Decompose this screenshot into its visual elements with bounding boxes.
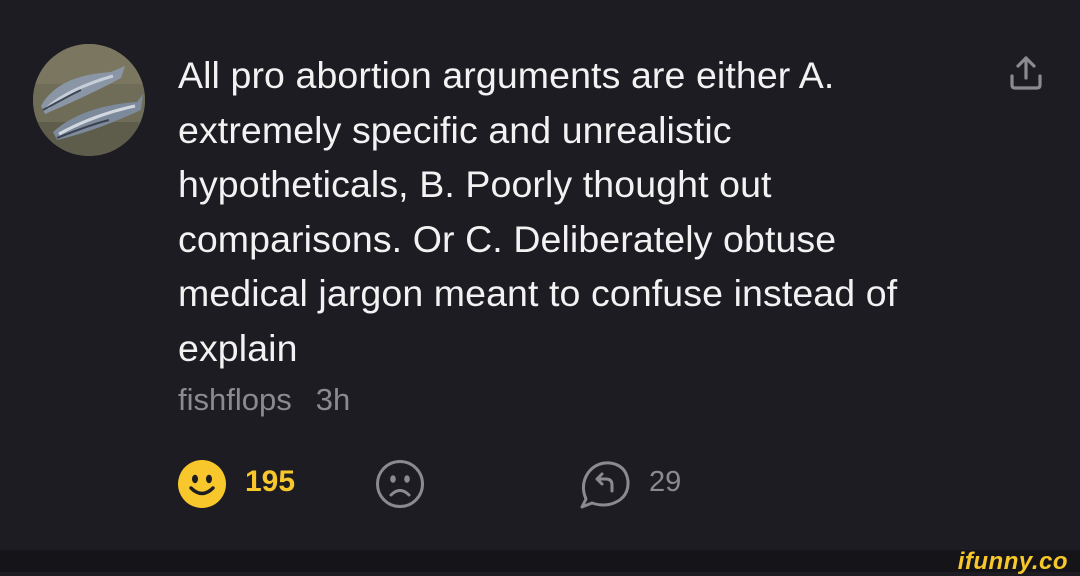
user-avatar[interactable] xyxy=(33,44,145,156)
reply-icon[interactable] xyxy=(578,459,632,509)
comment-meta: fishflops 3h xyxy=(178,382,350,418)
watermark-bar xyxy=(0,550,1080,572)
share-icon[interactable] xyxy=(1006,52,1046,92)
smile-count: 195 xyxy=(245,465,296,498)
timestamp: 3h xyxy=(315,382,351,417)
username[interactable]: fishflops xyxy=(178,382,292,417)
reply-count: 29 xyxy=(649,466,682,498)
fish-avatar-image xyxy=(33,44,145,156)
comment-text: All pro abortion arguments are either A.… xyxy=(178,54,898,369)
smile-icon[interactable] xyxy=(177,459,227,509)
unsmile-icon[interactable] xyxy=(375,459,425,509)
comment-card: All pro abortion arguments are either A.… xyxy=(0,0,1080,550)
